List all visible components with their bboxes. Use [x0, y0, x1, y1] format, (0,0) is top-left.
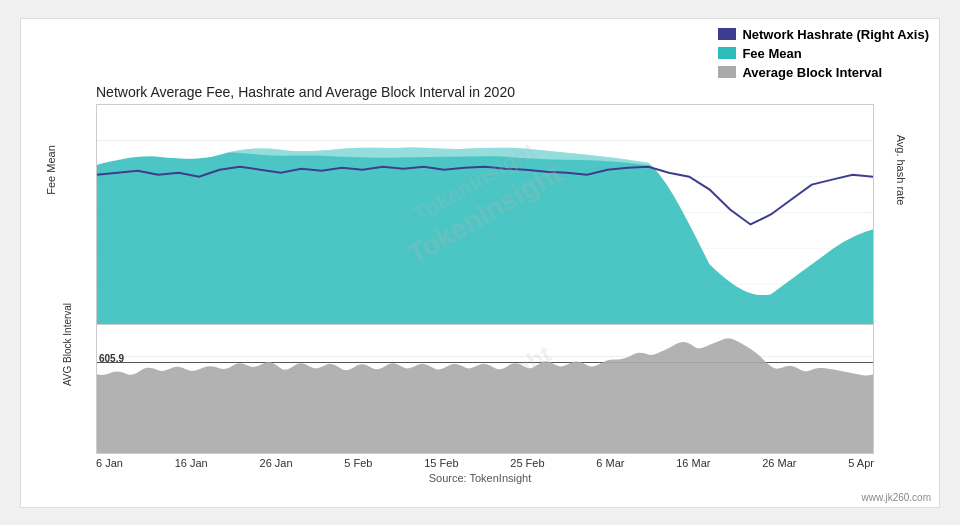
upper-chart: TokenInsight TokenInsight 0.00005 0.0001…	[96, 104, 874, 324]
y-axis-label-hashrate: Avg. hash rate	[896, 134, 908, 205]
chart-container: Network Hashrate (Right Axis) Fee Mean A…	[20, 18, 940, 508]
x-label-5: 25 Feb	[510, 457, 544, 469]
source-label: Source: TokenInsight	[31, 472, 929, 484]
legend-label-fee: Fee Mean	[742, 46, 801, 61]
x-label-4: 15 Feb	[424, 457, 458, 469]
y-axis-label-fee-mean: Fee Mean	[45, 145, 57, 195]
x-label-3: 5 Feb	[344, 457, 372, 469]
legend-item-fee: Fee Mean	[718, 46, 929, 61]
legend-color-block	[718, 66, 736, 78]
x-label-2: 26 Jan	[260, 457, 293, 469]
lower-chart: TokenInsight 605.9 800 600 400 200 0	[96, 324, 874, 454]
legend-label-hashrate: Network Hashrate (Right Axis)	[742, 27, 929, 42]
x-label-1: 16 Jan	[175, 457, 208, 469]
footer-url: www.jk260.com	[862, 492, 931, 503]
legend: Network Hashrate (Right Axis) Fee Mean A…	[718, 27, 929, 80]
legend-color-hashrate	[718, 28, 736, 40]
x-label-8: 26 Mar	[762, 457, 796, 469]
chart-title: Network Average Fee, Hashrate and Averag…	[96, 84, 929, 100]
legend-label-block: Average Block Interval	[742, 65, 882, 80]
x-axis-labels: 6 Jan 16 Jan 26 Jan 5 Feb 15 Feb 25 Feb …	[96, 457, 874, 469]
legend-item-block: Average Block Interval	[718, 65, 929, 80]
reference-value-label: 605.9	[99, 353, 124, 364]
y-axis-label-avg-block: AVG Block Interval	[62, 302, 73, 385]
legend-color-fee	[718, 47, 736, 59]
legend-item-hashrate: Network Hashrate (Right Axis)	[718, 27, 929, 42]
x-label-7: 16 Mar	[676, 457, 710, 469]
x-label-9: 5 Apr	[848, 457, 874, 469]
upper-chart-svg	[97, 105, 873, 324]
x-label-6: 6 Mar	[596, 457, 624, 469]
block-interval-area	[97, 338, 873, 453]
lower-chart-svg	[97, 325, 873, 453]
x-label-0: 6 Jan	[96, 457, 123, 469]
